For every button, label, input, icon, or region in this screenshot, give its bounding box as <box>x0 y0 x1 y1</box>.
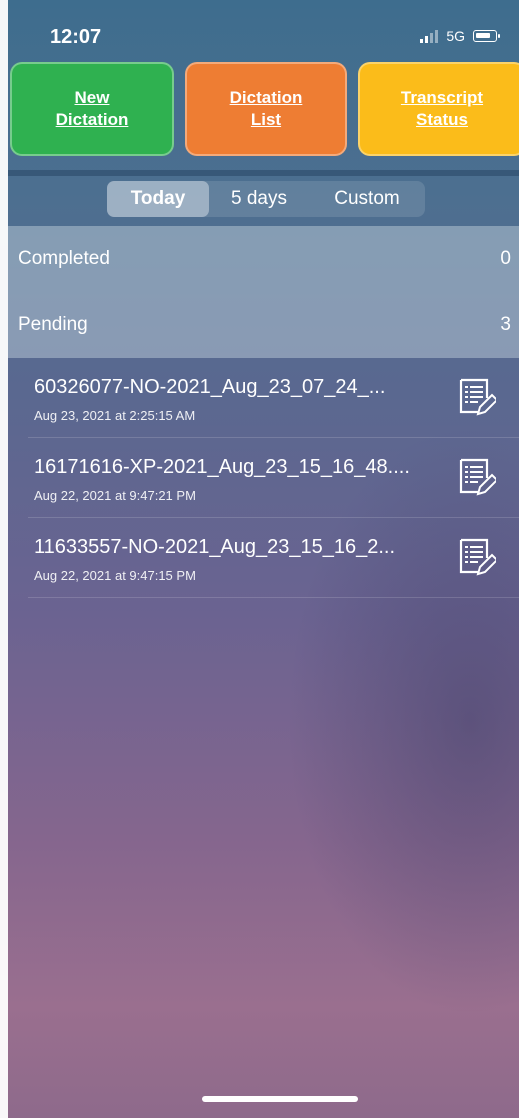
segment-today[interactable]: Today <box>107 181 209 217</box>
dictation-list-label: Dictation List <box>229 88 303 129</box>
document-edit-icon[interactable] <box>456 536 496 578</box>
dictation-list-button[interactable]: Dictation List <box>185 62 347 156</box>
item-title: 60326077-NO-2021_Aug_23_07_24_... <box>34 376 386 398</box>
segment-custom[interactable]: Custom <box>309 181 425 217</box>
header-divider <box>8 170 519 176</box>
completed-count: 0 <box>500 248 511 269</box>
completed-label: Completed <box>18 248 110 269</box>
pending-section-header[interactable]: Pending 3 <box>8 292 519 358</box>
list-item[interactable]: 16171616-XP-2021_Aug_23_15_16_48.... Aug… <box>28 438 519 518</box>
item-title: 16171616-XP-2021_Aug_23_15_16_48.... <box>34 456 410 478</box>
item-date: Aug 23, 2021 at 2:25:15 AM <box>34 408 196 423</box>
status-time: 12:07 <box>50 26 102 48</box>
pending-count: 3 <box>500 314 511 335</box>
list-item[interactable]: 60326077-NO-2021_Aug_23_07_24_... Aug 23… <box>28 358 519 438</box>
new-dictation-label: New Dictation <box>55 88 129 129</box>
app-screen: 12:07 5G New Dictation Dictation List Tr… <box>0 0 519 1118</box>
status-indicators: 5G <box>420 28 500 44</box>
home-indicator[interactable] <box>202 1096 358 1102</box>
pending-label: Pending <box>18 314 88 335</box>
new-dictation-button[interactable]: New Dictation <box>10 62 174 156</box>
transcript-status-label: Transcript Status <box>400 88 484 129</box>
item-date: Aug 22, 2021 at 9:47:15 PM <box>34 568 196 583</box>
document-edit-icon[interactable] <box>456 376 496 418</box>
date-range-segmented-control: Today 5 days Custom <box>107 181 425 217</box>
completed-section-header[interactable]: Completed 0 <box>8 226 519 292</box>
item-date: Aug 22, 2021 at 9:47:21 PM <box>34 488 196 503</box>
status-bar: 12:07 5G <box>0 0 519 60</box>
transcript-status-button[interactable]: Transcript Status <box>358 62 519 156</box>
pending-dictation-list: 60326077-NO-2021_Aug_23_07_24_... Aug 23… <box>28 358 519 598</box>
segment-5-days[interactable]: 5 days <box>209 181 309 217</box>
item-title: 11633557-NO-2021_Aug_23_15_16_2... <box>34 536 396 558</box>
network-label: 5G <box>446 28 465 44</box>
signal-icon <box>420 29 439 43</box>
document-edit-icon[interactable] <box>456 456 496 498</box>
action-buttons: New Dictation Dictation List Transcript … <box>10 62 519 156</box>
battery-icon <box>473 30 500 42</box>
list-item[interactable]: 11633557-NO-2021_Aug_23_15_16_2... Aug 2… <box>28 518 519 598</box>
